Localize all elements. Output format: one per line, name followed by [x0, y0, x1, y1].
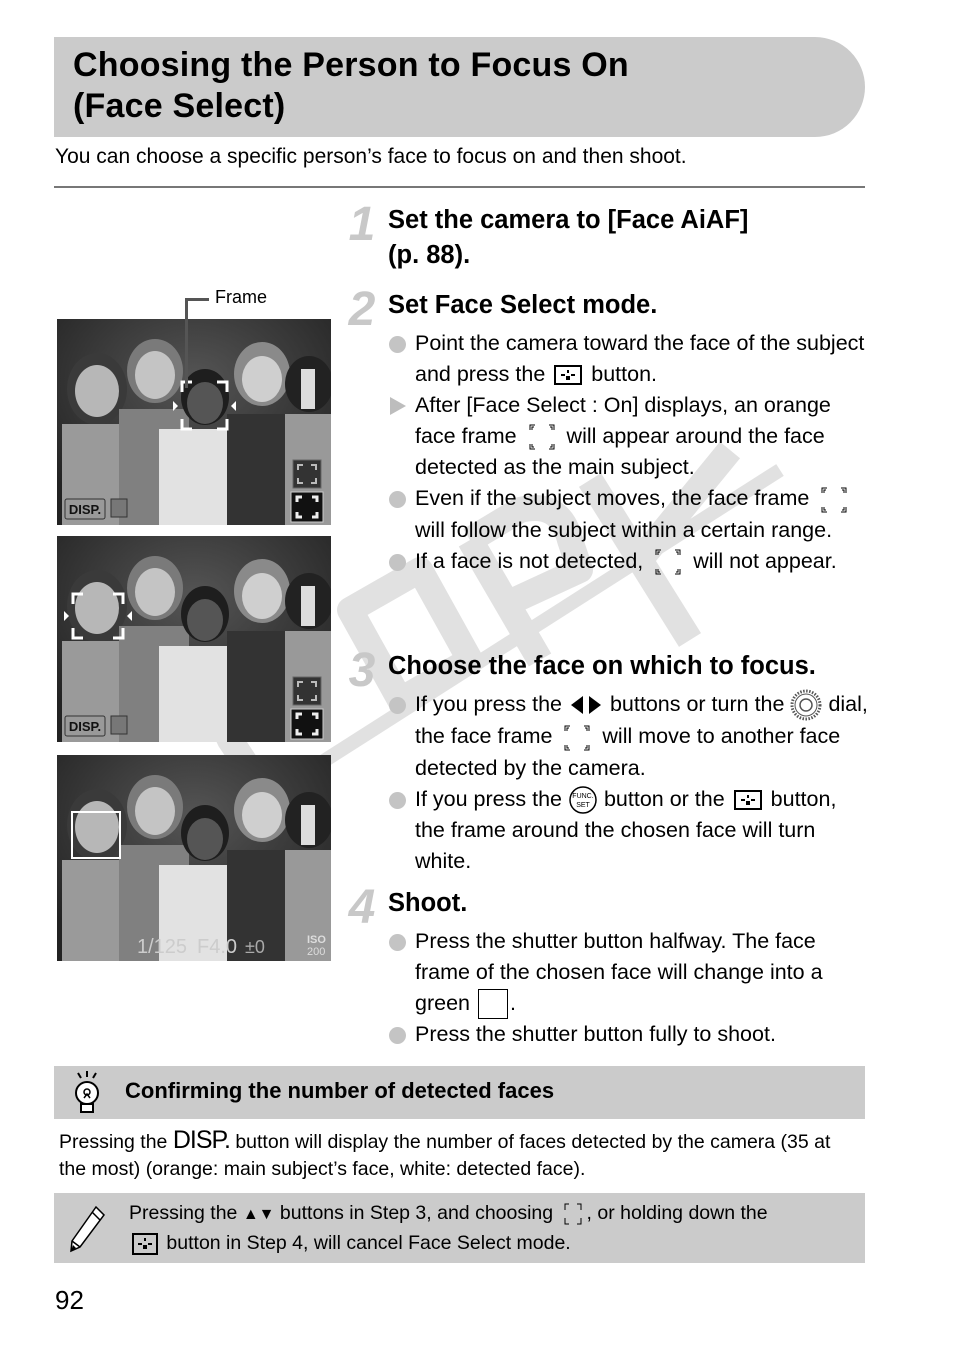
face-frame-icon: [529, 424, 555, 450]
iso-value: 200: [307, 946, 325, 958]
step-title: Shoot.: [388, 889, 468, 917]
svg-text:FUNC.: FUNC.: [572, 793, 593, 800]
result-triangle-icon: [390, 397, 406, 415]
bullet-item: Even if the subject moves, the face fram…: [388, 483, 870, 545]
note-text: Pressing the ▲▼ buttons in Step 3, and c…: [129, 1199, 768, 1257]
disp-button-glyph: DISP.: [172, 1126, 231, 1154]
face-select-button-icon: [733, 789, 762, 810]
kids-photo-illustration: DISP.: [57, 536, 331, 742]
kids-photo-illustration: 1/125 F4.0 ±0 ISO 200: [57, 755, 331, 961]
bullet-circle-icon: [389, 934, 406, 951]
tip-header: Confirming the number of detected faces: [54, 1066, 865, 1119]
svg-text:DISP.: DISP.: [69, 719, 101, 734]
frame-leader-vertical: [185, 298, 188, 388]
step-2: 2 Set Face Select mode. Point the camera…: [340, 283, 870, 577]
step-number: 3: [348, 644, 376, 697]
face-frame-icon: [655, 549, 681, 575]
camera-screen-photo-3: 1/125 F4.0 ±0 ISO 200: [57, 755, 331, 961]
tip-body: Pressing the DISP. button will display t…: [59, 1126, 831, 1181]
bullet-item: If you press the FUNC. SET button or the…: [388, 784, 870, 877]
aperture-readout: F4.0: [197, 936, 237, 958]
tip-title: Confirming the number of detected faces: [125, 1078, 555, 1103]
exposure-readout: ±0: [245, 937, 265, 957]
page-title: Choosing the Person to Focus On (Face Se…: [73, 45, 629, 127]
func-set-button-icon: FUNC. SET: [569, 786, 597, 814]
step-title: Set the camera to [Face AiAF] (p. 88).: [388, 203, 870, 273]
face-select-button-icon: [554, 365, 583, 386]
pencil-note-icon: [70, 1205, 105, 1253]
shutter-speed-readout: 1/125: [137, 936, 187, 958]
step-4: 4 Shoot. Press the shutter button halfwa…: [340, 881, 870, 1050]
step-title-line-1: Set the camera to [Face AiAF]: [388, 206, 749, 234]
green-frame-icon: [477, 989, 508, 1020]
bullet-item: Press the shutter button halfway. The fa…: [388, 926, 870, 1020]
bullet-circle-icon: [389, 1027, 406, 1045]
intro-text: You can choose a specific person’s face …: [55, 145, 687, 168]
step-title-line-2: (p. 88).: [388, 241, 471, 269]
step-number: 2: [348, 283, 376, 336]
face-frame-icon: [564, 725, 590, 751]
control-dial-icon: [790, 689, 822, 721]
step-number: 1: [348, 198, 376, 251]
face-frame-icon: [564, 1203, 582, 1225]
step-title: Choose the face on which to focus.: [388, 652, 816, 680]
lightbulb-tip-icon: [75, 1071, 99, 1113]
bullet-circle-icon: [389, 553, 406, 571]
camera-screen-photo-2: DISP.: [57, 536, 331, 742]
divider: [54, 186, 865, 188]
page-number: 92: [55, 1285, 84, 1315]
face-frame-icon: [821, 487, 847, 513]
bullet-circle-icon: [389, 697, 406, 714]
bullet-item: If you press the buttons or turn the dia…: [388, 689, 870, 784]
frame-leader-horizontal: [185, 298, 209, 301]
bullet-circle-icon: [389, 791, 406, 809]
bullet-circle-icon: [389, 491, 406, 509]
bullet-item: Press the shutter button fully to shoot.: [388, 1019, 870, 1050]
step-3: 3 Choose the face on which to focus. If …: [340, 644, 870, 877]
camera-screen-photo-1: DISP.: [57, 319, 331, 525]
step-number: 4: [348, 881, 376, 934]
page-title-line-1: Choosing the Person to Focus On: [73, 46, 629, 84]
step-title: Set Face Select mode.: [388, 291, 658, 319]
note-box: Pressing the ▲▼ buttons in Step 3, and c…: [54, 1193, 865, 1263]
iso-label: ISO: [307, 934, 326, 946]
svg-text:SET: SET: [576, 802, 590, 809]
svg-text:DISP.: DISP.: [69, 502, 101, 517]
up-down-arrows-icon: ▲▼: [242, 1206, 275, 1223]
step-1: 1 Set the camera to [Face AiAF] (p. 88).: [340, 198, 870, 273]
bullet-item: If a face is not detected, will not appe…: [388, 546, 870, 577]
title-banner: Choosing the Person to Focus On (Face Se…: [54, 37, 865, 137]
page-title-line-2: (Face Select): [73, 87, 286, 125]
bullet-item: Point the camera toward the face of the …: [388, 328, 870, 390]
left-right-arrows-icon: [570, 696, 601, 715]
kids-photo-illustration: DISP.: [57, 319, 331, 525]
bullet-item: After [Face Select : On] displays, an or…: [388, 390, 870, 483]
frame-label: Frame: [215, 287, 268, 307]
face-select-button-icon: [132, 1232, 158, 1255]
bullet-circle-icon: [389, 336, 406, 353]
